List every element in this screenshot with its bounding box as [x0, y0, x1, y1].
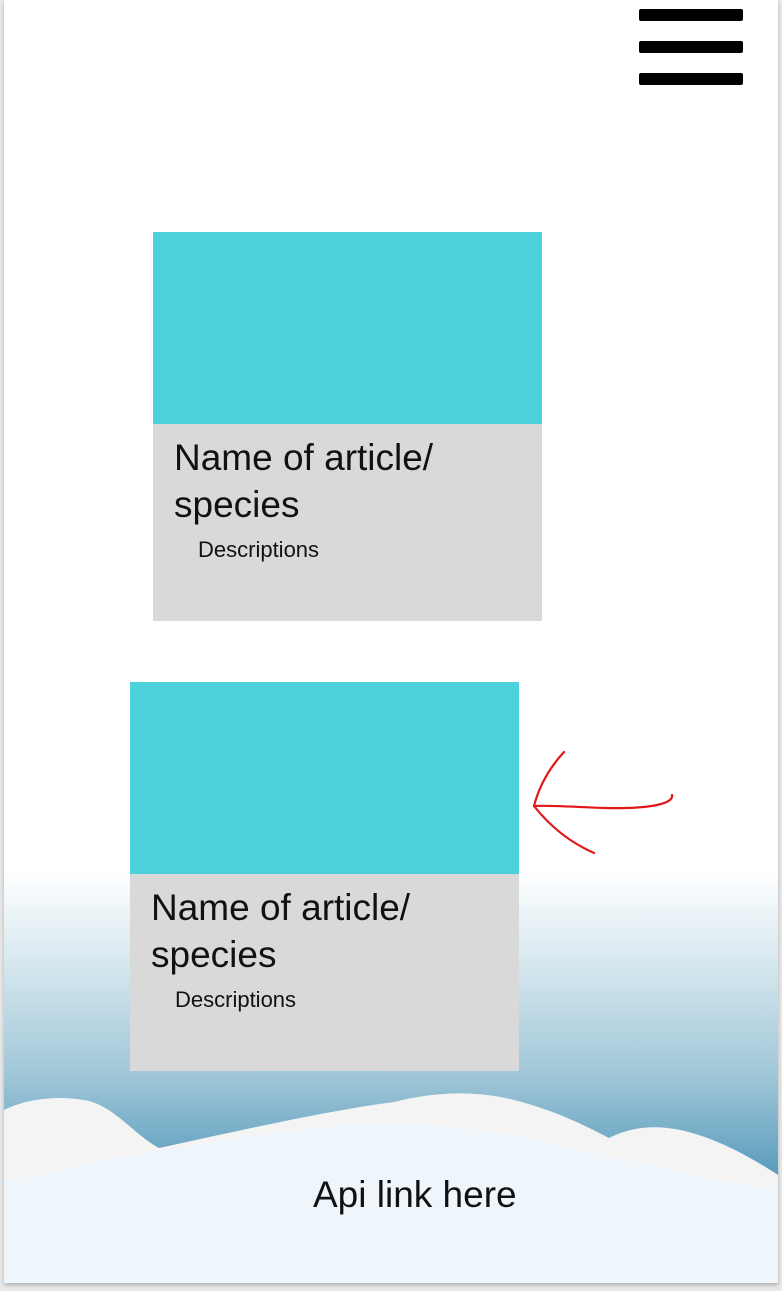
card-description: Descriptions	[175, 987, 297, 1012]
api-link[interactable]: Api link here	[313, 1174, 517, 1216]
card-title: Name of article/ species	[151, 887, 411, 975]
menu-bar-bottom	[639, 73, 743, 85]
article-card[interactable]: Name of article/ species Descriptions	[130, 682, 519, 1071]
card-description: Descriptions	[198, 537, 320, 562]
card-body: Name of article/ species Descriptions	[130, 874, 519, 1071]
card-image-placeholder	[153, 232, 542, 424]
menu-bar-middle	[639, 41, 743, 53]
page: Name of article/ species Descriptions Na…	[4, 0, 778, 1283]
article-card[interactable]: Name of article/ species Descriptions	[153, 232, 542, 621]
hamburger-menu-icon[interactable]	[638, 9, 744, 89]
card-body: Name of article/ species Descriptions	[153, 424, 542, 621]
card-image-placeholder	[130, 682, 519, 874]
card-title: Name of article/ species	[174, 437, 434, 525]
hand-drawn-arrow-icon	[532, 750, 674, 855]
menu-bar-top	[639, 9, 743, 21]
